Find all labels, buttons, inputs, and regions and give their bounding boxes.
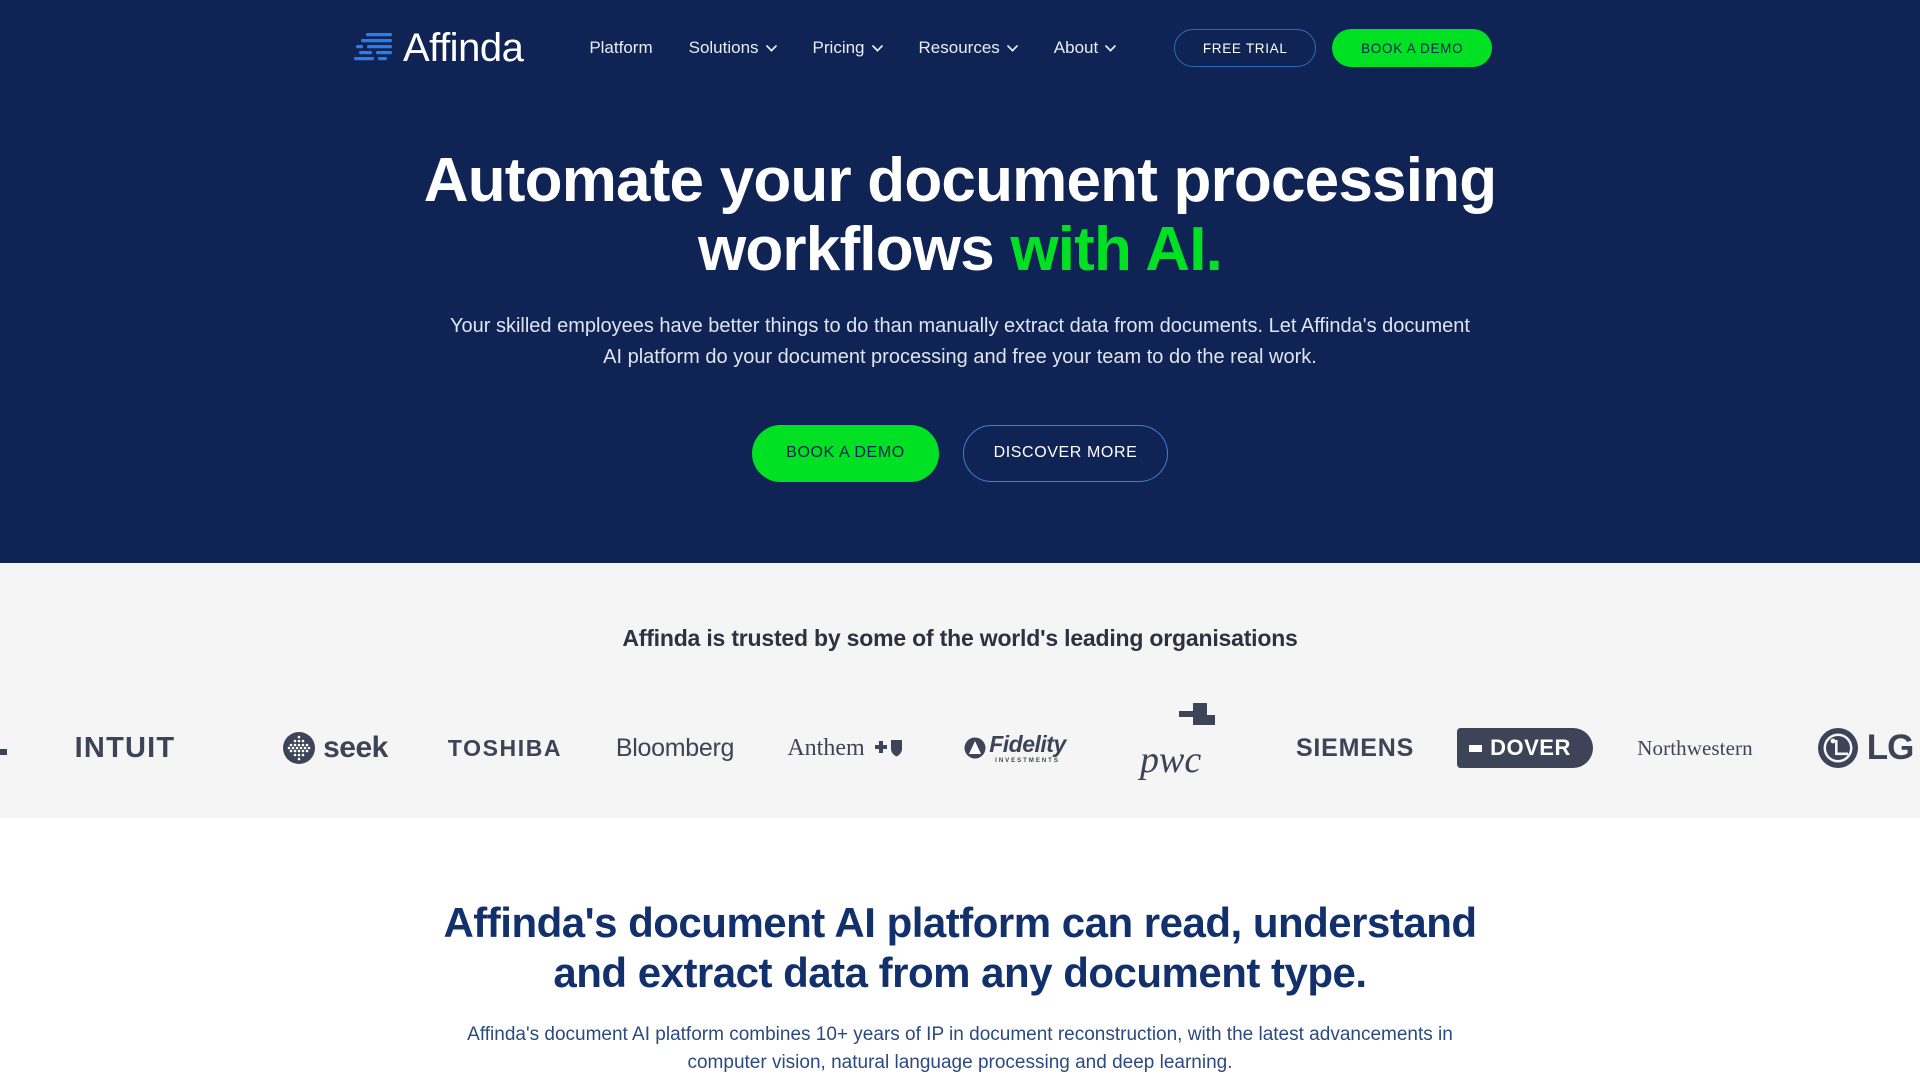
nav-item-resources[interactable]: Resources <box>919 38 1018 58</box>
nav-item-pricing-label: Pricing <box>812 38 865 57</box>
client-logo-anthem: Anthem <box>760 713 930 783</box>
client-logo-bloomberg: Bloomberg <box>590 713 760 783</box>
chevron-down-icon <box>871 44 883 52</box>
client-logo-intuit: INTUIT <box>0 713 250 783</box>
client-logo-seek: seek <box>250 713 420 783</box>
hero-title: Automate your document processing workfl… <box>420 146 1500 285</box>
nav-item-about-label: About <box>1053 38 1099 57</box>
nav-item-platform-label: Platform <box>589 38 653 57</box>
client-logo-dover: DOVER <box>1440 713 1610 783</box>
hero-title-line2-plain: workflows <box>697 215 1011 285</box>
platform-title-line2: and extract data from any document type. <box>553 949 1367 997</box>
client-logo-siemens: SIEMENS <box>1270 713 1440 783</box>
client-logo-lg: LG <box>1780 713 1920 783</box>
anthem-wordmark: Anthem <box>787 734 865 761</box>
top-navigation: Affinda Platform Solutions Pricing Resou… <box>0 0 1920 96</box>
fidelity-wordmark: Fidelity <box>989 730 1066 757</box>
nav-item-resources-label: Resources <box>918 38 1000 57</box>
toshiba-wordmark: TOSHIBA <box>447 734 563 761</box>
anthem-cross-shield-icon <box>874 740 902 757</box>
hero-subtitle: Your skilled employees have better thing… <box>450 314 1470 368</box>
nav-cta-group: FREE TRIAL BOOK A DEMO <box>1174 29 1493 67</box>
client-logo-fidelity: Fidelity INVESTMENTS <box>930 713 1100 783</box>
platform-section: Affinda's document AI platform can read,… <box>0 818 1920 1078</box>
bloomberg-wordmark: Bloomberg <box>615 733 735 762</box>
hero-cta-group: BOOK A DEMO DISCOVER MORE <box>0 424 1920 482</box>
client-logo-strip: INTUIT seek TOSHIBA Bloomberg Anthem Fid… <box>0 703 1920 783</box>
hero-content: Automate your document processing workfl… <box>0 96 1920 482</box>
seek-wordmark: seek <box>323 731 388 764</box>
pwc-blocks-icon <box>1179 703 1215 725</box>
lg-wordmark: LG <box>1866 728 1915 767</box>
free-trial-button[interactable]: FREE TRIAL <box>1174 29 1317 67</box>
lg-face-circle-icon <box>1817 728 1858 768</box>
dover-dash-icon <box>1469 744 1483 752</box>
nav-item-pricing[interactable]: Pricing <box>813 38 883 58</box>
pwc-wordmark: pwc <box>1140 739 1202 781</box>
platform-title-line1: Affinda's document AI platform can read,… <box>443 899 1477 946</box>
chevron-down-icon <box>765 44 777 52</box>
fidelity-sub-label: INVESTMENTS <box>995 757 1060 764</box>
discover-more-button[interactable]: DISCOVER MORE <box>963 424 1168 482</box>
book-a-demo-hero-button[interactable]: BOOK A DEMO <box>752 424 939 482</box>
chevron-down-icon <box>1105 44 1117 52</box>
platform-section-subtitle: Affinda's document AI platform combines … <box>467 1023 1453 1074</box>
book-a-demo-nav-button[interactable]: BOOK A DEMO <box>1332 29 1493 67</box>
client-logo-toshiba: TOSHIBA <box>420 713 590 783</box>
nav-item-solutions-label: Solutions <box>688 38 759 57</box>
platform-section-title: Affinda's document AI platform can read,… <box>425 898 1495 999</box>
hero-section: Affinda Platform Solutions Pricing Resou… <box>0 0 1920 563</box>
nav-item-about[interactable]: About <box>1053 38 1117 58</box>
trusted-by-title: Affinda is trusted by some of the world'… <box>622 625 1298 651</box>
nav-links: Platform Solutions Pricing Resources Abo… <box>589 38 1117 58</box>
hero-title-line1: Automate your document processing <box>423 146 1497 215</box>
nav-item-platform[interactable]: Platform <box>589 38 652 58</box>
trusted-by-section: Affinda is trusted by some of the world'… <box>0 563 1920 818</box>
northwestern-wordmark: Northwestern <box>1637 735 1753 760</box>
nav-item-solutions[interactable]: Solutions <box>689 38 777 58</box>
dover-wordmark: DOVER <box>1490 735 1571 760</box>
affinda-wordmark: Affinda <box>403 26 524 70</box>
affinda-logo[interactable]: Affinda <box>352 26 524 70</box>
fidelity-pyramid-icon <box>964 737 986 759</box>
hero-title-accent: with AI. <box>1010 215 1223 285</box>
intuit-wordmark: INTUIT <box>74 731 176 764</box>
chevron-down-icon <box>1006 44 1018 52</box>
siemens-wordmark: SIEMENS <box>1295 733 1415 762</box>
client-logo-northwestern: Northwestern <box>1610 713 1780 783</box>
affinda-bars-logo-icon <box>354 33 392 61</box>
client-logo-pwc: pwc <box>1100 703 1270 783</box>
seek-sphere-icon <box>283 732 316 764</box>
